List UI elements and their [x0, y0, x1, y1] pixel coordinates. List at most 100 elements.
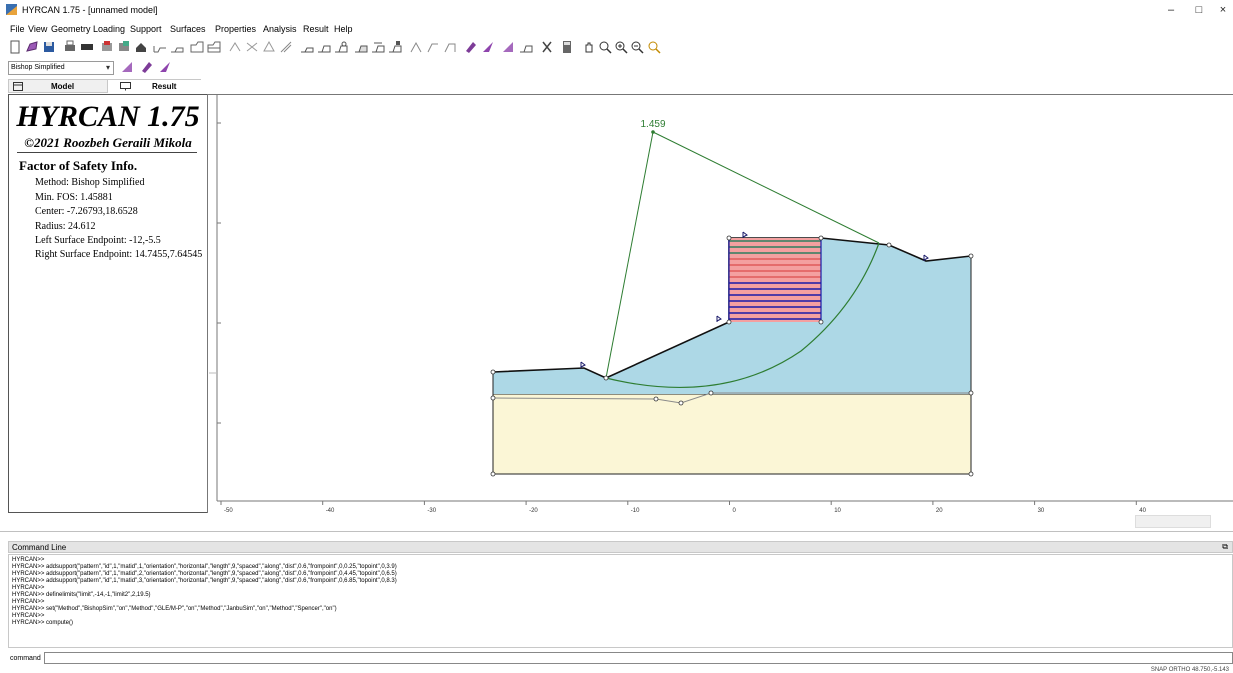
brand-divider — [17, 152, 197, 153]
x-tick-label: 20 — [936, 508, 943, 514]
print-icon[interactable] — [63, 40, 77, 54]
separator — [0, 531, 1233, 532]
slice-data-icon[interactable] — [120, 60, 134, 74]
model-tab-icon — [13, 82, 23, 91]
history-line: HYRCAN>> definelimits("limit",-14,-1,"li… — [12, 592, 151, 598]
menu-result[interactable]: Result — [303, 24, 329, 34]
x-tick-label: 30 — [1038, 508, 1045, 514]
tab-result[interactable]: Result — [107, 80, 201, 93]
add-boundary-icon[interactable] — [170, 40, 184, 54]
method-row: Bishop Simplified ▾ — [0, 58, 1233, 78]
water-table-icon[interactable] — [207, 40, 221, 54]
menu-properties[interactable]: Properties — [215, 24, 256, 34]
x-tick-label: 0 — [733, 508, 737, 514]
anchor-icon[interactable] — [279, 40, 293, 54]
close-button[interactable]: × — [1213, 3, 1233, 17]
query-icon[interactable] — [388, 40, 402, 54]
title-bar: HYRCAN 1.75 - [unnamed model] – □ × — [0, 0, 1233, 20]
method-dropdown[interactable]: Bishop Simplified ▾ — [8, 61, 114, 75]
restore-button[interactable]: □ — [1189, 3, 1209, 17]
fos-method: Method: Bishop Simplified — [35, 177, 145, 188]
fos-heading: Factor of Safety Info. — [19, 158, 138, 173]
x-tick-label: -30 — [427, 508, 436, 514]
block-search-icon[interactable] — [443, 40, 457, 54]
circular-surface-icon[interactable] — [300, 40, 314, 54]
save-icon[interactable] — [42, 40, 56, 54]
support-pattern — [728, 238, 822, 322]
chevron-down-icon: ▾ — [105, 63, 110, 72]
monitor-icon — [120, 82, 131, 91]
history-line: HYRCAN>> addsupport("pattern","id",1,"ma… — [12, 564, 397, 570]
line-load-icon[interactable] — [245, 40, 259, 54]
properties-icon[interactable] — [117, 40, 131, 54]
menu-analysis[interactable]: Analysis — [263, 24, 297, 34]
menu-view[interactable]: View — [28, 24, 47, 34]
open-file-icon[interactable] — [25, 40, 39, 54]
grid-search-icon[interactable] — [334, 40, 348, 54]
history-line: HYRCAN>> — [12, 585, 45, 591]
compute-icon[interactable] — [354, 40, 368, 54]
app-icon — [6, 4, 17, 15]
command-line-header: Command Line ⧉ — [8, 541, 1233, 553]
restore-panel-icon[interactable]: ⧉ — [1222, 542, 1228, 552]
command-input[interactable] — [44, 652, 1233, 664]
fos-center: Center: -7.26793,18.6528 — [35, 206, 138, 217]
menu-loading[interactable]: Loading — [93, 24, 125, 34]
material-boundary-icon[interactable] — [190, 40, 204, 54]
scissors-icon[interactable] — [540, 40, 554, 54]
show-slices-icon[interactable] — [464, 40, 478, 54]
x-tick-label: -50 — [224, 508, 233, 514]
show-forces-icon[interactable] — [481, 40, 495, 54]
menu-bar: File View Geometry Loading Support Surfa… — [0, 21, 1233, 37]
x-tick-label: 40 — [1139, 508, 1146, 514]
status-box — [1135, 515, 1211, 528]
command-line-title: Command Line — [12, 543, 67, 552]
boundary-icon[interactable] — [153, 40, 167, 54]
show-minimum-icon[interactable] — [519, 40, 533, 54]
slope-limit-icon[interactable] — [426, 40, 440, 54]
slip-radius-left — [605, 131, 654, 379]
menu-support[interactable]: Support — [130, 24, 162, 34]
tab-model[interactable]: Model — [9, 80, 107, 93]
new-file-icon[interactable] — [8, 40, 22, 54]
status-bar-text: SNAP ORTHO 48.750,-5.143 — [1150, 667, 1229, 673]
stamp-icon[interactable] — [134, 40, 148, 54]
seismic-icon[interactable] — [262, 40, 276, 54]
menu-surfaces[interactable]: Surfaces — [170, 24, 206, 34]
slice-forces-icon[interactable] — [140, 60, 154, 74]
show-all-surfaces-icon[interactable] — [501, 40, 515, 54]
zoom-out-icon[interactable] — [630, 40, 644, 54]
menu-help[interactable]: Help — [334, 24, 353, 34]
model-canvas[interactable]: -50 -40 -30 -20 -10 0 10 20 30 40 1.459 — [207, 94, 1233, 514]
brand-subtitle: ©2021 Roozbeh Geraili Mikola — [24, 135, 192, 150]
menu-geometry[interactable]: Geometry — [51, 24, 91, 34]
calculator-icon[interactable] — [560, 40, 574, 54]
zoom-window-icon[interactable] — [598, 40, 612, 54]
filter-surfaces-icon[interactable] — [158, 60, 172, 74]
history-line: HYRCAN>> set("Method","BishopSim","on","… — [12, 606, 337, 612]
x-tick-label: -20 — [529, 508, 538, 514]
method-dropdown-value: Bishop Simplified — [11, 64, 65, 71]
draw-surface-icon[interactable] — [409, 40, 423, 54]
zoom-extents-icon[interactable] — [647, 40, 661, 54]
slip-center — [651, 130, 655, 134]
distributed-load-icon[interactable] — [228, 40, 242, 54]
x-tick-label: 10 — [834, 508, 841, 514]
noncircular-surface-icon[interactable] — [317, 40, 331, 54]
material-icon[interactable] — [100, 40, 114, 54]
lower-soil-layer — [492, 393, 972, 475]
export-icon[interactable] — [80, 40, 94, 54]
fos-min-value: Min. FOS: 1.45881 — [35, 192, 113, 203]
fos-radius: Radius: 24.612 — [35, 221, 96, 232]
history-line: HYRCAN>> addsupport("pattern","id",1,"ma… — [12, 571, 397, 577]
window-title: HYRCAN 1.75 - [unnamed model] — [22, 5, 158, 15]
x-tick-label: -10 — [631, 508, 640, 514]
menu-file[interactable]: File — [10, 24, 25, 34]
minimize-button[interactable]: – — [1161, 3, 1181, 17]
tab-model-label: Model — [51, 82, 75, 91]
pan-hand-icon[interactable] — [582, 40, 596, 54]
interpret-icon[interactable] — [371, 40, 385, 54]
result-info-panel: HYRCAN 1.75 ©2021 Roozbeh Geraili Mikola… — [8, 94, 208, 513]
zoom-in-icon[interactable] — [614, 40, 628, 54]
fos-right-endpoint: Right Surface Endpoint: 14.7455,7.64545 — [35, 249, 203, 260]
